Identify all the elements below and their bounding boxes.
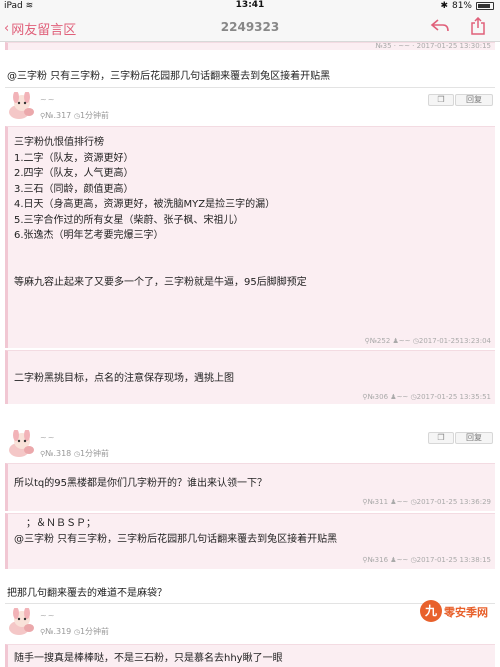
battery-icon: [476, 2, 494, 10]
post-header: ~~ ⚲№.317 ◷1分钟前 ❐ 回复: [5, 88, 495, 122]
avatar[interactable]: [7, 429, 37, 460]
status-bar: iPad ≋ 13:41 ✱ 81%: [0, 0, 500, 12]
status-right: ✱ 81%: [440, 1, 494, 11]
copy-button[interactable]: ❐: [428, 432, 454, 444]
copy-button[interactable]: ❐: [428, 94, 454, 106]
quote-text: @三字粉 只有三字粉，三字粉后花园那几句话翻来覆去到兔区接着开贴黑: [14, 534, 338, 545]
quote-text: ；＆ＮＢＳＰ；: [26, 518, 96, 529]
watermark-logo: 九: [420, 600, 442, 622]
post-meta: ⚲№.318 ◷1分钟前: [40, 449, 110, 458]
quote-text: 随手一搜真是棒棒哒，不是三石粉，只是慕名去hhy瞅了一眼: [14, 653, 283, 664]
quote-text: 所以tq的95黑楼都是你们几字粉开的？谁出来认领一下？: [14, 478, 267, 489]
username[interactable]: ~~: [40, 611, 55, 620]
reply-icon[interactable]: [430, 17, 450, 37]
quote-block: 三字粉仇恨值排行榜 1.二字（队友，资源更好） 2.四字（队友，人气更高） 3.…: [5, 126, 495, 348]
battery-percent: 81%: [451, 1, 472, 11]
quote-block: 二字粉黑挑目标，点名的注意保存现场，遇挑上图 ⚲№306 ♟~~ ◷2017-0…: [5, 350, 495, 404]
quote-meta: ⚲№306 ♟~~ ◷2017-01-25 13:35:51: [362, 393, 491, 401]
quote-meta: ⚲№316 ♟~~ ◷2017-01-25 13:38:15: [362, 556, 491, 564]
quote-block: 所以tq的95黑楼都是你们几字粉开的？谁出来认领一下？ ⚲№311 ♟~~ ◷2…: [5, 463, 495, 511]
copy-icon: ❐: [437, 95, 445, 104]
status-time: 13:41: [235, 0, 265, 10]
quote-block: ；＆ＮＢＳＰ； @三字粉 只有三字粉，三字粉后花园那几句话翻来覆去到兔区接着开贴…: [5, 513, 495, 569]
quote-meta: №35 · ~~ · 2017-01-25 13:30:15: [375, 42, 491, 50]
reply-button[interactable]: 回复: [455, 432, 493, 444]
quote-block: 随手一搜真是棒棒哒，不是三石粉，只是慕名去hhy瞅了一眼: [5, 644, 495, 667]
avatar[interactable]: [7, 607, 37, 638]
quote-block: №35 · ~~ · 2017-01-25 13:30:15: [5, 42, 495, 50]
quote-text: 二字粉黑挑目标，点名的注意保存现场，遇挑上图: [14, 373, 234, 384]
nav-bar: ‹ 网友留言区 2249323: [0, 12, 500, 42]
post-meta: ⚲№.319 ◷1分钟前: [40, 627, 110, 636]
quote-meta: ⚲№311 ♟~~ ◷2017-01-25 13:36:29: [362, 498, 491, 506]
username[interactable]: ~~: [40, 95, 55, 104]
post-header: ~~ ⚲№.318 ◷1分钟前 ❐ 回复: [5, 426, 495, 460]
watermark-text: 零安季网: [444, 606, 488, 619]
username[interactable]: ~~: [40, 433, 55, 442]
quote-text: 三字粉仇恨值排行榜 1.二字（队友，资源更好） 2.四字（队友，人气更高） 3.…: [14, 137, 307, 288]
reply-button[interactable]: 回复: [455, 94, 493, 106]
avatar[interactable]: [7, 91, 37, 122]
quote-meta: ⚲№252 ♟~~ ◷2017-01-2513:23:04: [364, 337, 491, 345]
bluetooth-icon: ✱: [440, 1, 448, 11]
site-watermark: 九 零安季网: [420, 600, 500, 626]
post-text: @三字粉 只有三字粉，三字粉后花园那几句话翻来覆去到兔区接着开贴黑: [7, 71, 331, 82]
post-meta: ⚲№.317 ◷1分钟前: [40, 111, 110, 120]
page-title: 2249323: [220, 20, 280, 34]
copy-icon: ❐: [437, 433, 445, 442]
nav-actions: [430, 16, 488, 37]
post-text: 把那几句翻来覆去的难道不是麻袋？: [7, 588, 167, 599]
share-icon[interactable]: [468, 16, 488, 37]
